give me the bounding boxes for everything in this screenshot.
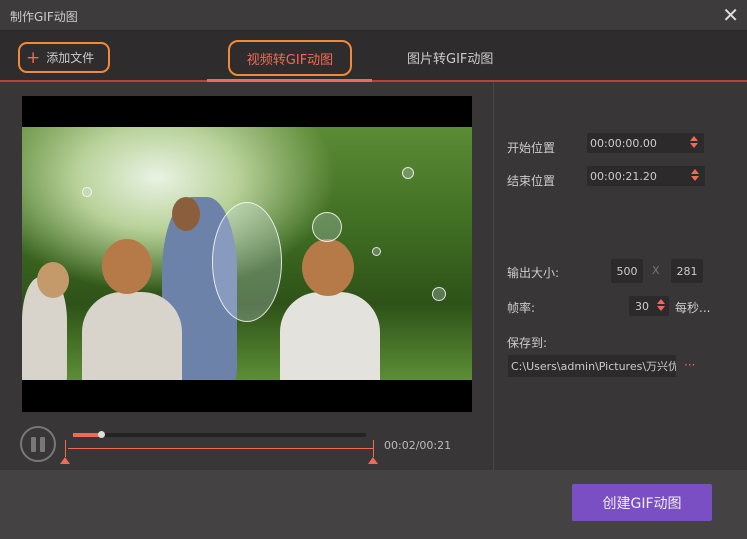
child-head: [102, 239, 152, 294]
video-preview: [22, 96, 472, 412]
start-time-input[interactable]: 00:00:00.00: [587, 133, 704, 153]
close-icon[interactable]: ✕: [722, 3, 739, 27]
bubble: [432, 287, 446, 301]
video-frame: [22, 127, 472, 380]
bubble: [402, 167, 414, 179]
playback-progress: [73, 433, 101, 437]
trim-start-handle[interactable]: [60, 440, 70, 464]
triangle-icon: [60, 457, 70, 464]
playback-handle[interactable]: [97, 431, 105, 438]
end-label: 结束位置: [507, 174, 556, 188]
tab-image-to-gif[interactable]: 图片转GIF动图: [407, 48, 493, 67]
start-label: 开始位置: [507, 141, 556, 155]
title-bar: [0, 0, 747, 31]
child-head: [37, 262, 69, 298]
output-size-label: 输出大小:: [507, 266, 560, 280]
trim-end-handle[interactable]: [368, 440, 378, 464]
spinner-icon[interactable]: [657, 299, 665, 311]
frame-rate-input[interactable]: 30: [629, 296, 669, 316]
bubble: [212, 202, 282, 322]
child-figure: [82, 292, 182, 380]
playback-slider[interactable]: [73, 431, 366, 438]
frame-rate-unit: 每秒...: [675, 301, 711, 315]
child-figure: [280, 292, 380, 380]
frame-rate-label: 帧率:: [507, 301, 536, 315]
save-path-input[interactable]: C:\Users\admin\Pictures\万兴优: [508, 355, 676, 377]
height-input[interactable]: 281: [671, 259, 703, 283]
spinner-icon[interactable]: [691, 169, 699, 181]
start-time-value: 00:00:00.00: [590, 136, 657, 150]
bubble: [82, 187, 92, 197]
spinner-icon[interactable]: [690, 136, 698, 148]
save-to-label: 保存到:: [507, 336, 548, 350]
trim-marker: [372, 440, 374, 457]
create-gif-button[interactable]: 创建GIF动图: [572, 484, 712, 521]
tab-video-to-gif[interactable]: 视频转GIF动图: [228, 40, 352, 76]
add-file-button[interactable]: + 添加文件: [18, 42, 110, 73]
add-file-label: 添加文件: [46, 51, 95, 65]
pause-icon: [31, 436, 36, 452]
tab-bar: [0, 31, 747, 82]
triangle-icon: [368, 457, 378, 464]
browse-button[interactable]: ···: [684, 358, 695, 372]
plus-icon: +: [26, 47, 41, 68]
adult-head: [172, 197, 200, 231]
bubble: [372, 247, 381, 256]
pause-button[interactable]: [20, 426, 56, 462]
width-input[interactable]: 500: [611, 259, 643, 283]
end-time-value: 00:00:21.20: [590, 169, 657, 183]
timecode: 00:02/00:21: [384, 439, 452, 452]
trim-range: [68, 448, 373, 449]
end-time-input[interactable]: 00:00:21.20: [587, 166, 705, 186]
child-head: [302, 239, 354, 296]
trim-marker: [64, 440, 66, 457]
window-title: 制作GIF动图: [10, 10, 78, 24]
panel-divider: [493, 82, 494, 470]
pause-icon-bar: [40, 436, 45, 452]
bubble: [312, 212, 342, 242]
active-tab-indicator: [207, 79, 372, 82]
frame-rate-value: 30: [635, 299, 649, 313]
size-separator: X: [652, 264, 660, 277]
